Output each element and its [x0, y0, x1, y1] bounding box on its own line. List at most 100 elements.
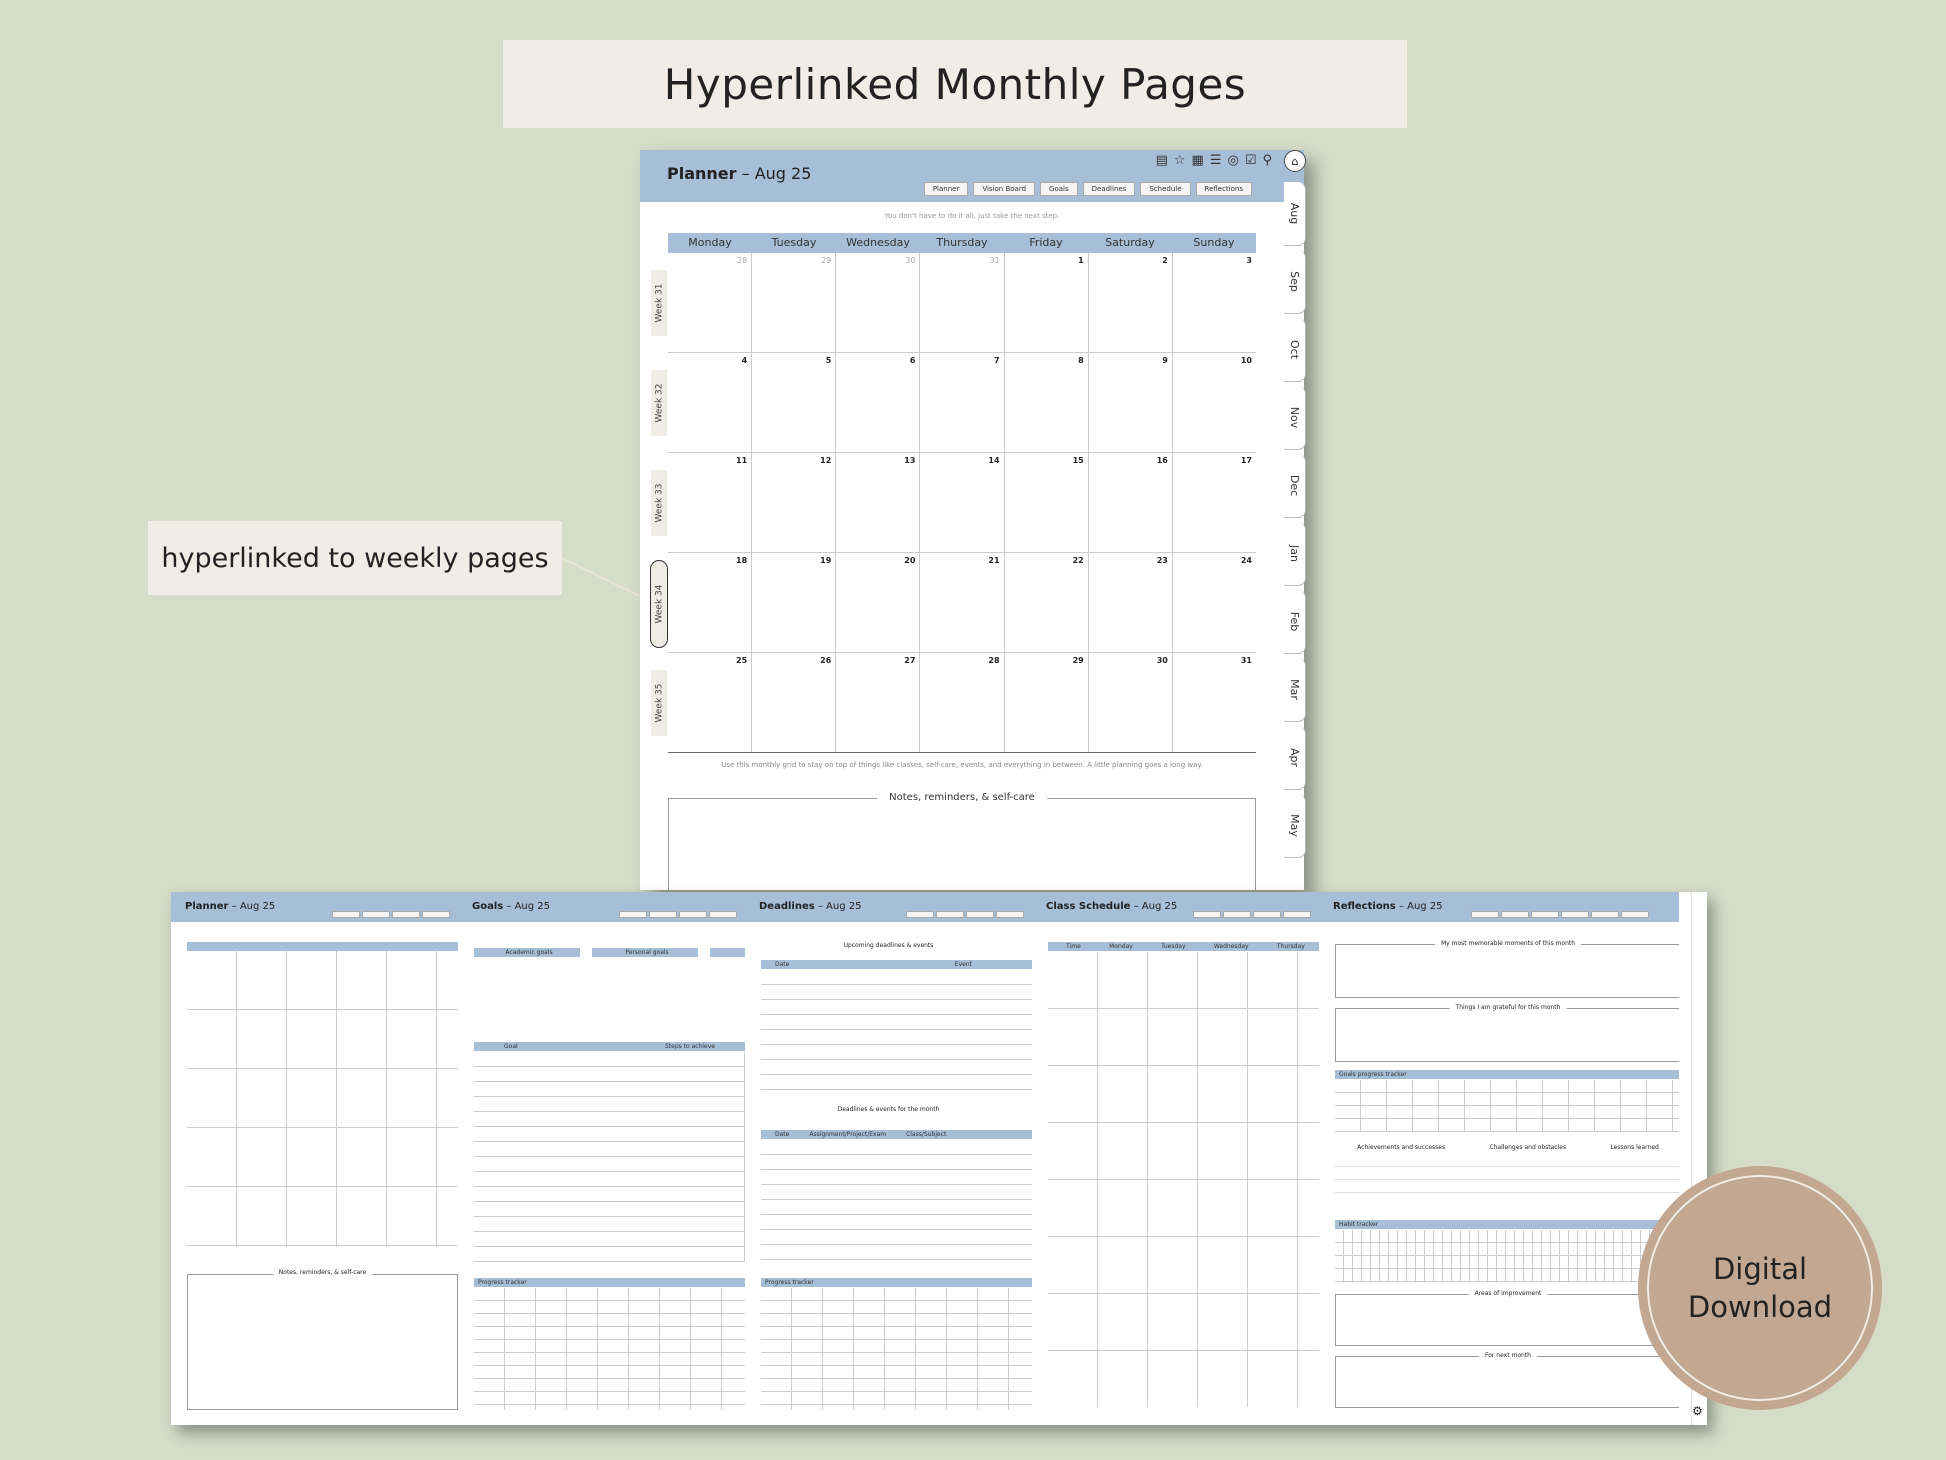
areas-box: Areas of improvement: [1335, 1290, 1679, 1346]
week-row: 28 29 30 31 1 2 3: [668, 253, 1256, 353]
day-cell[interactable]: 1: [1003, 253, 1088, 352]
tab-jan[interactable]: Jan: [1284, 522, 1306, 586]
tab-may[interactable]: May: [1284, 794, 1306, 858]
reflection-columns: Achievements and successes Challenges and…: [1357, 1144, 1659, 1151]
reflections-preview[interactable]: Reflections – Aug 25 My most memorable m…: [1319, 892, 1679, 1425]
day-cell[interactable]: 17: [1171, 453, 1256, 552]
tab-feb[interactable]: Feb: [1284, 590, 1306, 654]
day-cell[interactable]: 23: [1087, 553, 1172, 652]
target-icon[interactable]: ◎: [1227, 153, 1238, 168]
day-header: Sunday: [1193, 236, 1235, 249]
day-cell[interactable]: 29: [1003, 653, 1088, 752]
checklist-icon[interactable]: ☑: [1245, 153, 1257, 168]
week-35-link[interactable]: Week 35: [651, 670, 667, 736]
day-cell[interactable]: 19: [751, 553, 835, 652]
day-header: Wednesday: [846, 236, 910, 249]
day-cell[interactable]: 14: [919, 453, 1003, 552]
planner-quote: You don't have to do it all, just take t…: [884, 212, 1060, 220]
tab-apr[interactable]: Apr: [1284, 726, 1306, 790]
search-icon[interactable]: ⚲: [1262, 153, 1272, 168]
day-cell[interactable]: 6: [835, 353, 919, 452]
day-cell[interactable]: 2: [1087, 253, 1172, 352]
day-cell[interactable]: 7: [919, 353, 1003, 452]
day-cell[interactable]: 13: [835, 453, 919, 552]
notebook-icon[interactable]: ▤: [1156, 153, 1168, 168]
nav-buttons: Planner Vision Board Goals Deadlines Sch…: [923, 182, 1252, 196]
day-cell[interactable]: 5: [751, 353, 835, 452]
nav-deadlines-button[interactable]: Deadlines: [1082, 182, 1136, 196]
planner-preview[interactable]: Planner – Aug 25 Notes, reminders, & sel…: [171, 892, 458, 1425]
callout-text: hyperlinked to weekly pages: [161, 542, 549, 574]
day-cell[interactable]: 30: [1087, 653, 1172, 752]
tab-aug[interactable]: Aug: [1284, 182, 1306, 246]
goal-steps-header: Goal Steps to achieve: [474, 1042, 745, 1051]
list-icon[interactable]: ☰: [1210, 153, 1222, 168]
calendar-icon[interactable]: ▦: [1192, 153, 1204, 168]
day-cell[interactable]: 26: [751, 653, 835, 752]
week-33-link[interactable]: Week 33: [651, 470, 667, 536]
toolbar-icons: ▤ ☆ ▦ ☰ ◎ ☑ ⚲: [1156, 153, 1272, 168]
callout-box: hyperlinked to weekly pages: [148, 521, 562, 595]
day-cell[interactable]: 31: [1171, 653, 1256, 752]
day-cell[interactable]: 22: [1003, 553, 1088, 652]
day-header: Thursday: [936, 236, 988, 249]
schedule-preview[interactable]: Class Schedule – Aug 25 Time Monday Tuesda…: [1032, 892, 1319, 1425]
personal-goals-label: Personal goals: [592, 948, 698, 957]
day-cell[interactable]: 10: [1171, 353, 1256, 452]
day-cell[interactable]: 31: [919, 253, 1003, 352]
weekday-header: Monday Tuesday Wednesday Thursday Friday…: [668, 233, 1256, 253]
day-cell[interactable]: 24: [1171, 553, 1256, 652]
nav-reflections-button[interactable]: Reflections: [1195, 182, 1252, 196]
week-31-link[interactable]: Week 31: [651, 270, 667, 336]
digital-download-badge: Digital Download: [1638, 1166, 1882, 1410]
day-cell[interactable]: 16: [1087, 453, 1172, 552]
week-32-link[interactable]: Week 32: [651, 370, 667, 436]
tab-nov[interactable]: Nov: [1284, 386, 1306, 450]
tab-dec[interactable]: Dec: [1284, 454, 1306, 518]
day-cell[interactable]: 3: [1171, 253, 1256, 352]
day-header: Friday: [1029, 236, 1063, 249]
day-cell[interactable]: 25: [668, 653, 751, 752]
day-cell[interactable]: 30: [835, 253, 919, 352]
nav-goals-button[interactable]: Goals: [1040, 182, 1078, 196]
day-cell[interactable]: 9: [1087, 353, 1172, 452]
notes-label: Notes, reminders, & self-care: [877, 792, 1047, 803]
week-34-link[interactable]: Week 34: [650, 560, 668, 648]
day-cell[interactable]: 4: [668, 353, 751, 452]
day-cell[interactable]: 28: [919, 653, 1003, 752]
preview-title: Deadlines – Aug 25: [759, 901, 862, 912]
nav-planner-button[interactable]: Planner: [923, 182, 969, 196]
deadlines-preview[interactable]: Deadlines – Aug 25 Upcoming deadlines & …: [745, 892, 1032, 1425]
tab-mar[interactable]: Mar: [1284, 658, 1306, 722]
habit-tracker-label: Habit tracker: [1335, 1220, 1679, 1229]
week-row: 25 26 27 28 29 30 31: [668, 653, 1256, 753]
settings-icon[interactable]: ⚙: [1692, 1404, 1703, 1418]
day-header: Monday: [688, 236, 732, 249]
notes-box[interactable]: Notes, reminders, & self-care: [668, 792, 1256, 890]
day-cell[interactable]: 18: [668, 553, 751, 652]
day-cell[interactable]: 15: [1003, 453, 1088, 552]
preview-title: Planner – Aug 25: [185, 901, 276, 912]
tab-oct[interactable]: Oct: [1284, 318, 1306, 382]
day-cell[interactable]: 29: [751, 253, 835, 352]
nav-vision-board-button[interactable]: Vision Board: [973, 182, 1036, 196]
upcoming-lines: [761, 970, 1032, 1090]
day-cell[interactable]: 28: [668, 253, 751, 352]
goals-preview[interactable]: Goals – Aug 25 Academic goals Personal g…: [458, 892, 745, 1425]
preview-nav: [906, 911, 1024, 918]
preview-title: Goals – Aug 25: [472, 901, 551, 912]
upcoming-label: Upcoming deadlines & events: [843, 942, 934, 949]
home-icon[interactable]: ⌂: [1284, 150, 1306, 172]
day-cell[interactable]: 8: [1003, 353, 1088, 452]
star-icon[interactable]: ☆: [1174, 153, 1186, 168]
day-cell[interactable]: 27: [835, 653, 919, 752]
preview-nav: [332, 911, 450, 918]
page-previews: Planner – Aug 25 Notes, reminders, & sel…: [171, 892, 1707, 1425]
day-cell[interactable]: 21: [919, 553, 1003, 652]
nav-schedule-button[interactable]: Schedule: [1140, 182, 1191, 196]
tab-sep[interactable]: Sep: [1284, 250, 1306, 314]
day-cell[interactable]: 20: [835, 553, 919, 652]
grid-caption: Use this monthly grid to stay on top of …: [721, 761, 1203, 769]
day-cell[interactable]: 12: [751, 453, 835, 552]
day-cell[interactable]: 11: [668, 453, 751, 552]
